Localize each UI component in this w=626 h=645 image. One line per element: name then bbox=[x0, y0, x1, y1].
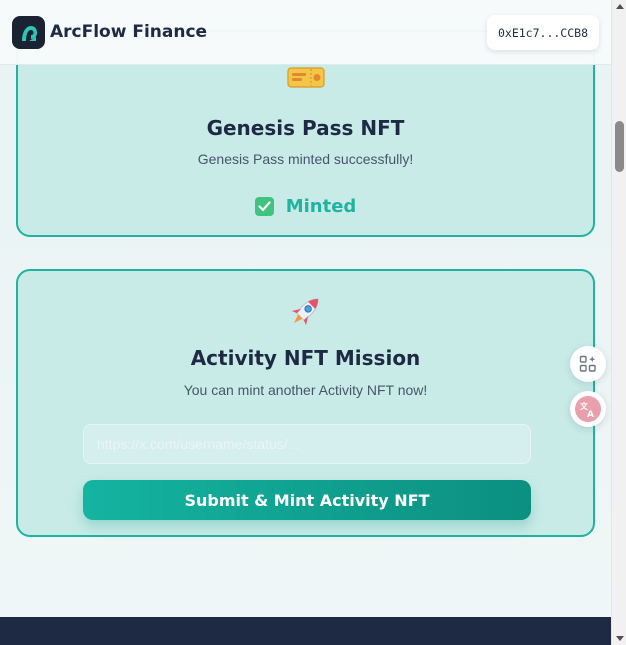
page-viewport: Genesis Pass NFT Genesis Pass minted suc… bbox=[0, 0, 611, 645]
minted-status: Minted bbox=[18, 196, 593, 217]
minted-status-label: Minted bbox=[285, 196, 357, 217]
app-header: ArcFlow Finance 0xE1c7...CCB8 bbox=[0, 0, 611, 65]
submit-mint-button[interactable]: Submit & Mint Activity NFT bbox=[83, 480, 531, 520]
wallet-address-button[interactable]: 0xE1c7...CCB8 bbox=[487, 15, 599, 50]
scroll-up-arrow-icon[interactable] bbox=[616, 4, 624, 9]
tweet-url-input[interactable] bbox=[83, 424, 531, 464]
activity-mission-card: Activity NFT Mission You can mint anothe… bbox=[16, 269, 595, 537]
translate-icon[interactable]: 文 A bbox=[570, 391, 606, 427]
app-title: ArcFlow Finance bbox=[50, 22, 208, 42]
apps-sparkle-icon[interactable] bbox=[570, 346, 606, 382]
activity-card-description: You can mint another Activity NFT now! bbox=[183, 382, 428, 398]
check-box-icon bbox=[254, 197, 274, 216]
footer-bar bbox=[0, 617, 611, 645]
svg-text:A: A bbox=[587, 410, 594, 418]
genesis-card-title: Genesis Pass NFT bbox=[206, 116, 405, 140]
rocket-icon bbox=[18, 291, 593, 331]
app-logo-icon[interactable] bbox=[12, 16, 45, 49]
ticket-icon bbox=[18, 65, 593, 89]
page-scrollbar[interactable] bbox=[611, 0, 626, 645]
scrollbar-thumb[interactable] bbox=[615, 121, 624, 172]
activity-card-title: Activity NFT Mission bbox=[190, 346, 421, 370]
scroll-down-arrow-icon[interactable] bbox=[616, 636, 624, 641]
genesis-card-description: Genesis Pass minted successfully! bbox=[197, 151, 414, 167]
